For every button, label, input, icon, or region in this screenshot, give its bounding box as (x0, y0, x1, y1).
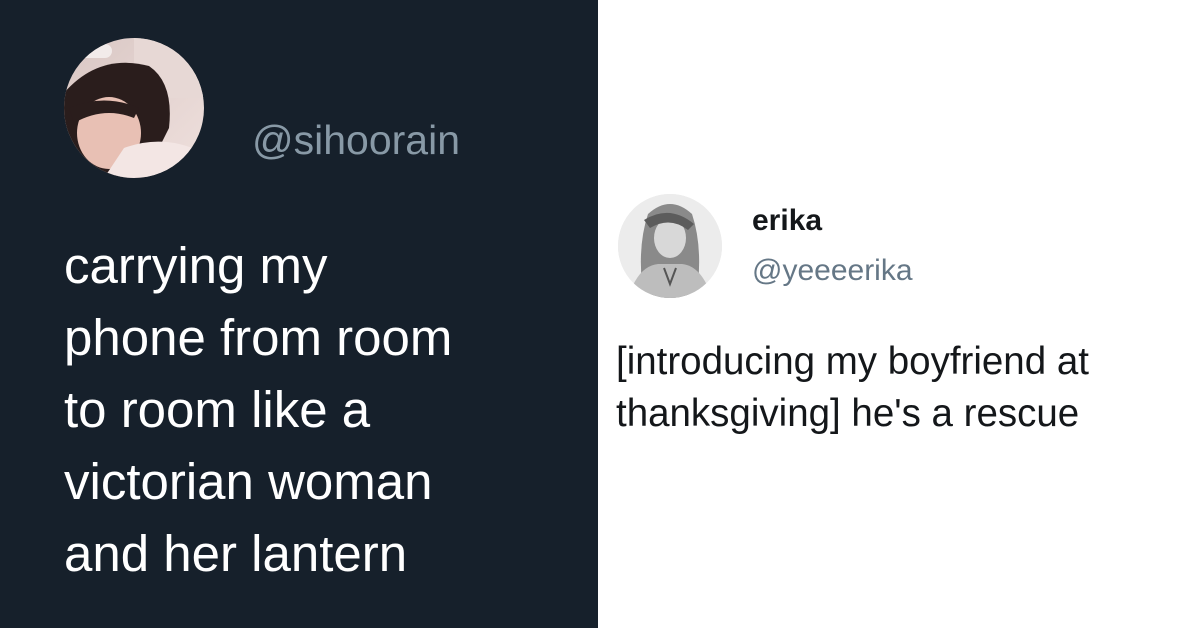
avatar[interactable] (618, 194, 722, 298)
tweet-line: thanksgiving] he's a rescue (616, 392, 1080, 435)
tweet-line: carrying my (64, 237, 328, 294)
tweet-line: to room like a (64, 381, 371, 438)
tweet-handle[interactable]: @sihoorain (252, 120, 460, 161)
tweet-handle[interactable]: @yeeeerika (752, 256, 913, 286)
tweet-line: phone from room (64, 309, 453, 366)
avatar[interactable] (64, 38, 204, 178)
tweet-line: [introducing my boyfriend at (616, 340, 1089, 383)
profile-photo-icon (64, 38, 204, 178)
right-tweet-panel (598, 0, 1200, 628)
tweet-line: and her lantern (64, 525, 408, 582)
tweet-author-name[interactable]: erika (752, 206, 822, 236)
tweet-text: [introducing my boyfriend at thanksgivin… (616, 336, 1186, 440)
tweet-text: carrying my phone from room to room like… (64, 230, 574, 590)
profile-photo-icon (618, 194, 722, 298)
tweet-line: victorian woman (64, 453, 433, 510)
